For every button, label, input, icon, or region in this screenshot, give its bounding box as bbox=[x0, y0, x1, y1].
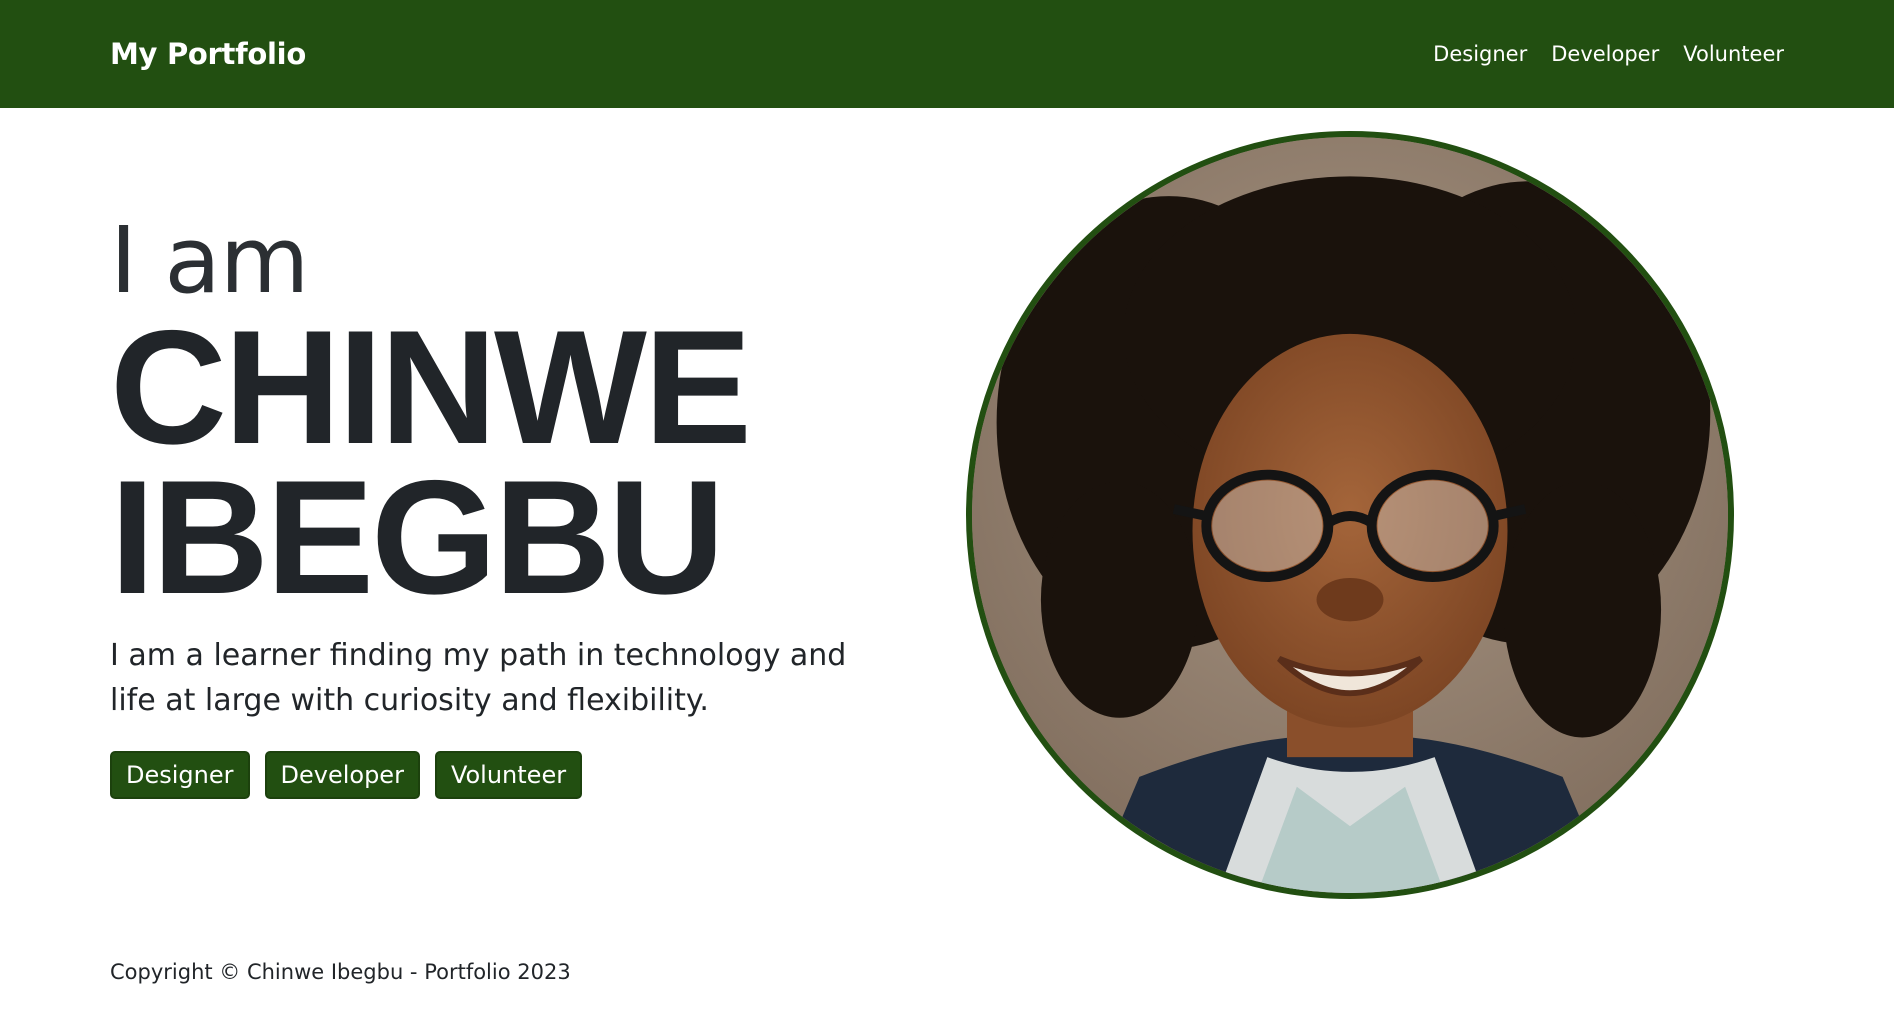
volunteer-button[interactable]: Volunteer bbox=[434, 751, 583, 799]
hero-intro: I am bbox=[110, 207, 309, 314]
navbar: My Portfolio Designer Developer Voluntee… bbox=[0, 0, 1894, 108]
hero-name: CHINWE IBEGBU bbox=[110, 297, 910, 628]
designer-button[interactable]: Designer bbox=[110, 751, 250, 799]
nav-link-developer[interactable]: Developer bbox=[1551, 42, 1659, 66]
brand-link[interactable]: My Portfolio bbox=[110, 37, 306, 71]
nav-link-volunteer[interactable]: Volunteer bbox=[1683, 42, 1784, 66]
hero-section: I am CHINWE IBEGBU I am a learner findin… bbox=[110, 215, 910, 799]
portrait-illustration bbox=[972, 137, 1728, 893]
developer-button[interactable]: Developer bbox=[264, 751, 420, 799]
nav-link-designer[interactable]: Designer bbox=[1433, 42, 1527, 66]
nav-links: Designer Developer Volunteer bbox=[1433, 42, 1784, 66]
footer-copyright: Copyright © Chinwe Ibegbu - Portfolio 20… bbox=[110, 960, 571, 984]
hero-tagline: I am a learner finding my path in techno… bbox=[110, 638, 847, 718]
portrait-photo bbox=[966, 131, 1734, 899]
hero-last-name: IBEGBU bbox=[110, 447, 725, 628]
hero-first-name: CHINWE bbox=[110, 297, 752, 478]
hero-buttons: Designer Developer Volunteer bbox=[110, 751, 910, 799]
